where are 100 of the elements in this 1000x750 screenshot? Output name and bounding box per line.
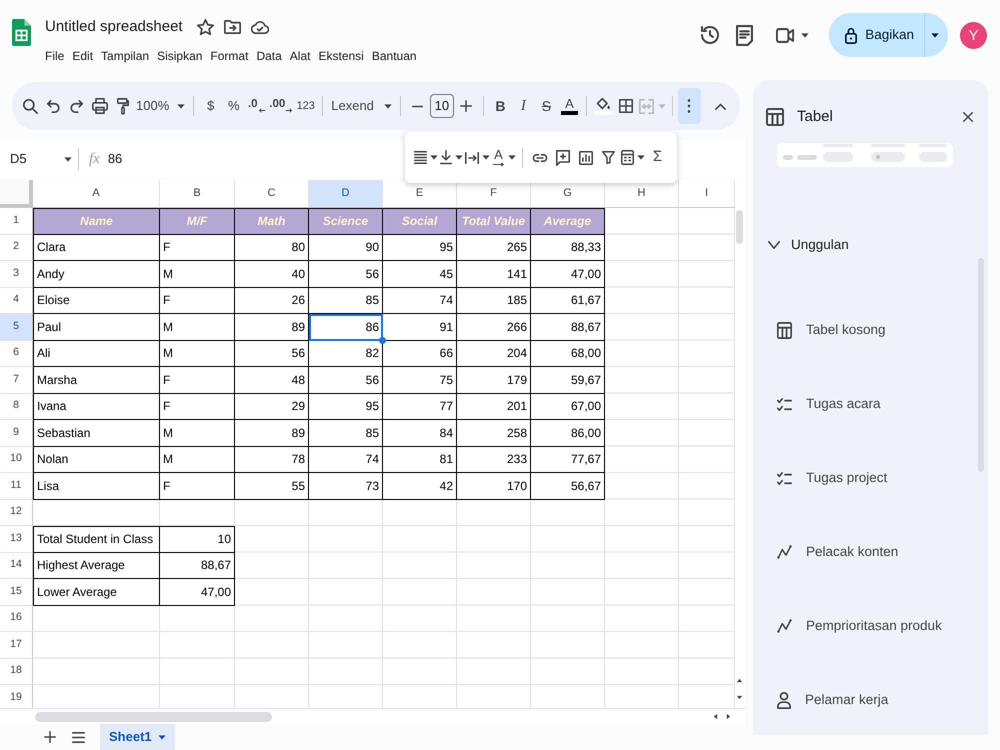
spreadsheet-logo-icon[interactable] <box>12 19 31 46</box>
folder-arrow-icon[interactable] <box>224 20 241 34</box>
table-cell[interactable]: 265 <box>457 234 531 261</box>
row-header[interactable]: 10 <box>0 446 33 473</box>
table-cell[interactable]: 85 <box>309 288 383 314</box>
row-header[interactable]: 17 <box>0 632 33 658</box>
table-cell[interactable]: 75 <box>383 367 457 394</box>
menu-item[interactable]: Data <box>256 47 282 65</box>
table-cell[interactable]: 201 <box>457 394 531 420</box>
zoom-dropdown[interactable]: 100% <box>134 92 188 120</box>
table-cell[interactable]: Marsha <box>33 367 160 394</box>
row-header[interactable]: 12 <box>0 500 33 526</box>
row-header[interactable]: 14 <box>0 552 33 579</box>
table-cell[interactable]: 86,00 <box>531 420 605 446</box>
table-cell[interactable]: Andy <box>33 261 160 288</box>
bold-button[interactable]: B <box>488 92 512 120</box>
table-cell[interactable]: F <box>160 473 235 500</box>
row-header[interactable]: 11 <box>0 473 33 500</box>
template-item[interactable]: Tabel kosong <box>753 318 886 342</box>
table-cell[interactable]: Ivana <box>33 394 160 420</box>
table-cell[interactable]: 74 <box>309 446 383 473</box>
table-cell[interactable]: Total Student in Class <box>33 526 160 552</box>
table-cell[interactable]: 55 <box>235 473 309 500</box>
table-cell[interactable]: Lisa <box>33 473 160 500</box>
row-header[interactable]: 8 <box>0 394 33 420</box>
table-cell[interactable]: 74 <box>383 288 457 314</box>
table-cell[interactable]: 77,67 <box>531 446 605 473</box>
table-cell[interactable]: 82 <box>309 340 383 367</box>
table-cell[interactable]: 67,00 <box>531 394 605 420</box>
row-header[interactable]: 9 <box>0 420 33 446</box>
menu-item[interactable]: Ekstensi <box>318 47 364 65</box>
row-header[interactable]: 3 <box>0 261 33 288</box>
table-cell[interactable]: 80 <box>235 234 309 261</box>
column-header[interactable]: D <box>309 180 383 208</box>
table-cell[interactable]: 40 <box>235 261 309 288</box>
table-cell[interactable]: 73 <box>309 473 383 500</box>
table-cell[interactable]: 86 <box>309 314 383 340</box>
sum-button[interactable]: Σ <box>646 144 669 172</box>
scroll-down-icon[interactable] <box>736 695 743 700</box>
table-cell[interactable]: M <box>160 340 235 367</box>
table-cell[interactable]: 141 <box>457 261 531 288</box>
table-cell[interactable]: 179 <box>457 367 531 394</box>
table-cell[interactable]: 258 <box>457 420 531 446</box>
scrollbar-thumb[interactable] <box>35 712 272 722</box>
table-cell[interactable]: 56 <box>235 340 309 367</box>
table-cell[interactable]: M <box>160 314 235 340</box>
template-item[interactable]: Pelacak konten <box>753 540 898 564</box>
table-cell[interactable]: Nolan <box>33 446 160 473</box>
menu-item[interactable]: Tampilan <box>101 47 150 65</box>
table-cell[interactable]: Paul <box>33 314 160 340</box>
table-cell[interactable]: 78 <box>235 446 309 473</box>
row-header[interactable]: 7 <box>0 367 33 394</box>
text-color-button[interactable]: A <box>558 92 581 120</box>
clock-arrow-icon[interactable] <box>700 25 720 45</box>
row-header[interactable]: 2 <box>0 234 33 261</box>
cloud-check-icon[interactable] <box>250 20 269 34</box>
formula-field[interactable]: 86 <box>108 146 268 172</box>
table-cell[interactable]: 26 <box>235 288 309 314</box>
row-header[interactable]: 6 <box>0 340 33 367</box>
table-cell[interactable]: 56 <box>309 367 383 394</box>
table-cell[interactable]: 42 <box>383 473 457 500</box>
table-cell[interactable]: Ali <box>33 340 160 367</box>
table-cell[interactable]: M <box>160 420 235 446</box>
table-cell[interactable]: 61,67 <box>531 288 605 314</box>
row-header[interactable]: 15 <box>0 579 33 606</box>
table-cell[interactable]: 47,00 <box>160 579 235 606</box>
percent-button[interactable]: % <box>222 92 246 120</box>
scroll-left-icon[interactable] <box>713 713 718 720</box>
table-cell[interactable]: 89 <box>235 420 309 446</box>
row-header[interactable]: 1 <box>0 208 33 234</box>
template-item[interactable]: Pelamar kerja <box>753 688 888 712</box>
scrollbar-thumb[interactable] <box>736 210 743 244</box>
decrease-decimal-button[interactable]: .0 <box>245 92 268 120</box>
row-header[interactable]: 16 <box>0 606 33 632</box>
font-size-field[interactable]: 10 <box>430 94 454 118</box>
menu-item[interactable]: Bantuan <box>372 47 417 65</box>
table-cell[interactable]: 233 <box>457 446 531 473</box>
row-header[interactable]: 5 <box>0 314 33 340</box>
table-cell[interactable]: M <box>160 446 235 473</box>
scroll-up-icon[interactable] <box>736 678 743 683</box>
document-lines-icon[interactable] <box>736 24 754 46</box>
table-cell[interactable]: 56 <box>309 261 383 288</box>
text-rotation-button[interactable]: A <box>491 144 517 172</box>
table-cell[interactable]: 185 <box>457 288 531 314</box>
table-cell[interactable]: 68,00 <box>531 340 605 367</box>
table-cell[interactable]: 204 <box>457 340 531 367</box>
italic-button[interactable]: I <box>512 92 535 120</box>
table-cell[interactable]: F <box>160 288 235 314</box>
row-header[interactable]: 13 <box>0 526 33 552</box>
table-cell[interactable]: 56,67 <box>531 473 605 500</box>
template-item[interactable]: Tugas project <box>753 466 888 490</box>
menu-item[interactable]: Edit <box>72 47 94 65</box>
table-cell[interactable]: Highest Average <box>33 552 160 579</box>
table-cell[interactable]: 47,00 <box>531 261 605 288</box>
table-cell[interactable]: F <box>160 367 235 394</box>
table-cell[interactable]: 48 <box>235 367 309 394</box>
table-cell[interactable]: 84 <box>383 420 457 446</box>
table-cell[interactable]: 88,33 <box>531 234 605 261</box>
name-box[interactable]: D5 <box>10 146 72 172</box>
number-format-button[interactable]: 123 <box>294 92 318 120</box>
